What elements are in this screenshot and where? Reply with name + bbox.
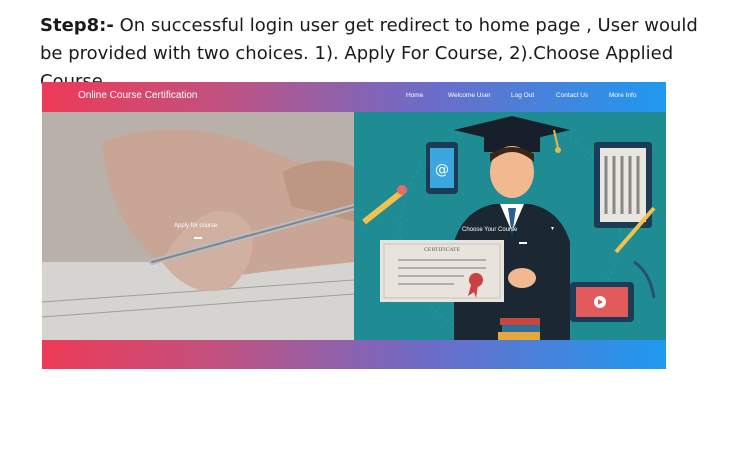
choose-course-underline bbox=[519, 242, 527, 244]
books-icon bbox=[498, 318, 540, 340]
nav-contact-us[interactable]: Contact Us bbox=[556, 92, 588, 99]
certificate-title: CERTIFICATE bbox=[424, 247, 460, 253]
step-description: On successful login user get redirect to… bbox=[40, 15, 698, 92]
nav-more-info[interactable]: More Info bbox=[609, 92, 636, 99]
book-panel bbox=[594, 142, 652, 228]
tablet-icon bbox=[570, 282, 634, 322]
svg-text:@: @ bbox=[435, 162, 449, 178]
choose-course-panel[interactable]: @ CERTIFICATE Choose Your Course ▾ bbox=[354, 112, 666, 340]
brand-title[interactable]: Online Course Certification bbox=[78, 90, 198, 101]
graduate-illustration: @ CERTIFICATE bbox=[354, 112, 666, 340]
step-label: Step8:- bbox=[40, 15, 114, 36]
apply-course-panel[interactable]: Apply for course bbox=[42, 112, 354, 340]
app-screenshot: Online Course Certification Home Welcome… bbox=[42, 82, 666, 369]
apply-course-underline bbox=[194, 237, 202, 239]
choose-course-select[interactable]: Choose Your Course bbox=[462, 227, 517, 233]
at-icon: @ bbox=[426, 142, 458, 194]
nav-home[interactable]: Home bbox=[406, 92, 423, 99]
nav-welcome-user[interactable]: Welcome User bbox=[448, 92, 491, 99]
apply-course-link[interactable]: Apply for course bbox=[174, 223, 217, 229]
nav-log-out[interactable]: Log Out bbox=[511, 92, 534, 99]
caret-down-icon[interactable]: ▾ bbox=[551, 225, 554, 232]
navbar: Online Course Certification Home Welcome… bbox=[42, 82, 666, 112]
footer-bar bbox=[42, 340, 666, 369]
